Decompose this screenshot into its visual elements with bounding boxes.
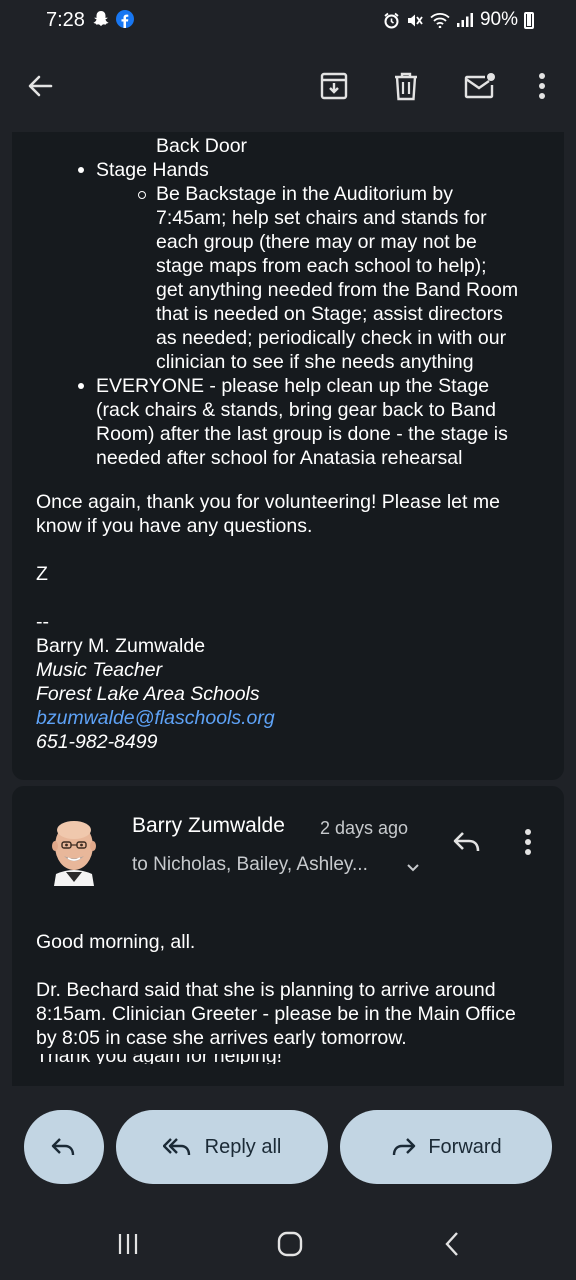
text-line: Once again, thank you for volunteering! … xyxy=(36,491,500,513)
facebook-icon xyxy=(116,10,134,28)
reply-icon xyxy=(51,1138,75,1156)
recent-apps-button[interactable] xyxy=(108,1228,148,1260)
recent-apps-icon xyxy=(118,1234,138,1254)
arrow-left-icon xyxy=(28,75,53,97)
expand-details-button[interactable] xyxy=(406,860,420,878)
battery-icon xyxy=(524,11,534,29)
text-line: that is needed on Stage; assist director… xyxy=(156,303,503,325)
forward-label: Forward xyxy=(428,1135,502,1158)
reply-icon xyxy=(453,832,480,852)
status-right: 90% xyxy=(383,9,534,31)
chevron-down-icon xyxy=(407,864,419,872)
text-line: clinician to see if she needs anything xyxy=(156,351,474,373)
chevron-left-icon xyxy=(445,1232,458,1256)
sign-off-initial: Z xyxy=(36,563,48,585)
closing-paragraph: Once again, thank you for volunteering! … xyxy=(36,490,500,538)
message-body: Good morning, all. Dr. Bechard said that… xyxy=(36,930,546,1064)
alarm-icon xyxy=(384,12,399,28)
text-line: (rack chairs & stands, bring gear back t… xyxy=(96,399,496,421)
message-card: Barry Zumwalde 2 days ago to Nicholas, B… xyxy=(12,786,564,1086)
conversation-view[interactable]: Back Door Stage Hands Be Backstage in th… xyxy=(0,132,576,1086)
text-line: Back Door xyxy=(156,135,248,157)
message-card: Back Door Stage Hands Be Backstage in th… xyxy=(12,132,564,780)
home-button[interactable] xyxy=(270,1228,310,1260)
battery-percent: 90% xyxy=(479,9,518,30)
text-line: needed after school for Anatasia rehears… xyxy=(96,447,463,469)
system-back-button[interactable] xyxy=(432,1228,472,1260)
reply-button-small[interactable] xyxy=(452,830,482,859)
text-line: 7:45am; help set chairs and stands for xyxy=(156,207,487,229)
signature-org: Forest Lake Area Schools xyxy=(36,683,260,705)
snapchat-icon xyxy=(93,11,109,26)
avatar-bitmoji-icon xyxy=(52,821,96,886)
signature-block: Barry M. Zumwalde Music Teacher Forest L… xyxy=(36,634,275,754)
signature-name: Barry M. Zumwalde xyxy=(36,635,206,657)
forward-button[interactable]: Forward xyxy=(340,1110,552,1184)
trash-icon xyxy=(395,72,417,101)
message-timestamp: 2 days ago xyxy=(320,818,409,838)
archive-button[interactable] xyxy=(310,62,358,110)
signature-email-link[interactable]: bzumwalde@flaschools.org xyxy=(36,706,275,730)
recipients-summary[interactable]: to Nicholas, Bailey, Ashley... xyxy=(132,854,368,876)
text-line: each group (there may or may not be xyxy=(156,231,477,253)
delete-button[interactable] xyxy=(382,62,430,110)
text-line: know if you have any questions. xyxy=(36,515,313,537)
system-nav-bar xyxy=(0,1208,576,1280)
more-vertical-icon xyxy=(539,73,545,99)
list-item: EVERYONE - please help clean up the Stag… xyxy=(96,374,508,470)
signal-icon xyxy=(456,13,473,27)
notification-icons xyxy=(92,10,134,28)
text-line: get anything needed from the Band Room xyxy=(156,279,519,301)
list-item: Stage Hands xyxy=(96,159,209,181)
cut-off-line: Thank you again for helping! xyxy=(36,1054,282,1064)
message-toolbar xyxy=(0,42,576,132)
text-line: stage maps from each school to help); xyxy=(156,255,487,277)
reply-all-icon xyxy=(162,1138,190,1156)
signature-separator: -- xyxy=(36,611,49,633)
text-line: Be Backstage in the Auditorium by xyxy=(156,183,454,205)
text-line: as needed; periodically check in with ou… xyxy=(156,327,507,349)
reply-all-label: Reply all xyxy=(204,1135,282,1158)
more-options-button[interactable] xyxy=(518,62,566,110)
text-line: Thank you again for helping! xyxy=(36,1054,282,1064)
archive-icon xyxy=(320,72,348,100)
reply-button[interactable] xyxy=(24,1110,104,1184)
mute-icon xyxy=(407,14,423,26)
mail-unread-icon xyxy=(464,73,495,99)
wifi-icon xyxy=(430,13,450,28)
signature-phone[interactable]: 651-982-8499 xyxy=(36,730,275,754)
more-vertical-icon xyxy=(525,829,531,855)
status-time: 7:28 xyxy=(46,9,85,31)
text-line: by 8:05 in case she arrives early tomorr… xyxy=(36,1027,407,1049)
reply-all-button[interactable]: Reply all xyxy=(116,1110,328,1184)
home-icon xyxy=(277,1231,303,1257)
sub-list-item: Be Backstage in the Auditorium by 7:45am… xyxy=(156,182,518,374)
greeting-line: Good morning, all. xyxy=(36,931,196,953)
text-line: Room) after the last group is done - the… xyxy=(96,423,508,445)
back-button[interactable] xyxy=(16,62,64,110)
mark-unread-button[interactable] xyxy=(456,62,504,110)
text-line: 8:15am. Clinician Greeter - please be in… xyxy=(36,1003,516,1025)
sender-avatar[interactable] xyxy=(44,816,104,886)
body-paragraph: Dr. Bechard said that she is planning to… xyxy=(36,978,556,1050)
text-line: Dr. Bechard said that she is planning to… xyxy=(36,979,496,1001)
forward-icon xyxy=(393,1138,416,1156)
reply-action-bar: Reply all Forward xyxy=(0,1086,576,1208)
sender-name: Barry Zumwalde xyxy=(132,814,285,837)
status-bar: 7:28 90% xyxy=(0,0,576,42)
message-more-button[interactable] xyxy=(524,828,532,861)
text-line: EVERYONE - please help clean up the Stag… xyxy=(96,375,490,397)
signature-title: Music Teacher xyxy=(36,659,163,681)
